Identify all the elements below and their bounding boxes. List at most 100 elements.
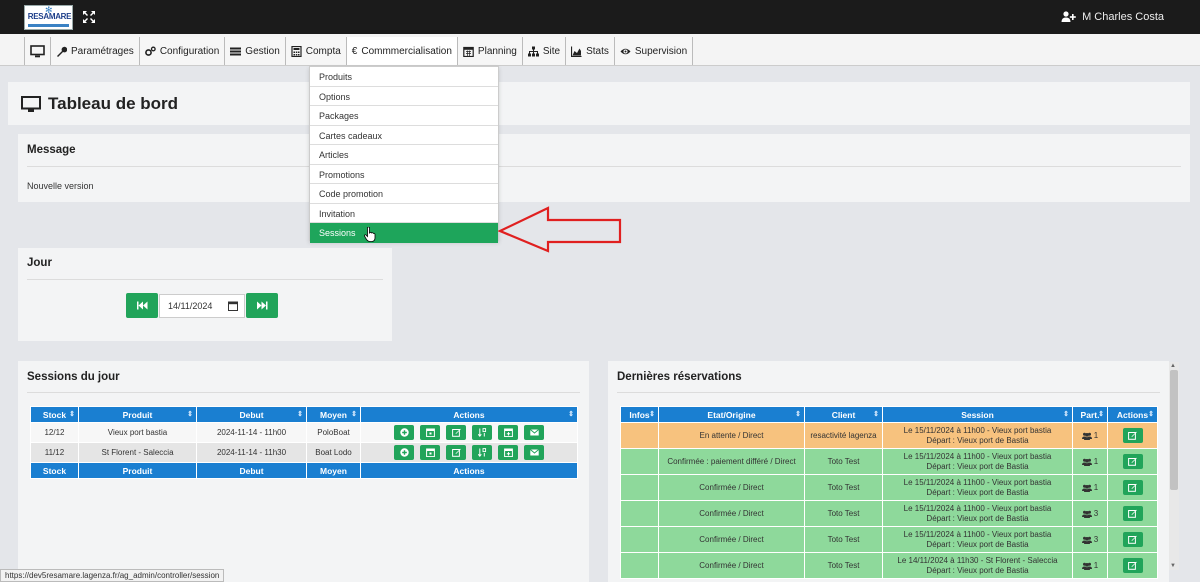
plus-circle-icon: [399, 448, 409, 457]
sort-icon: ⇕: [568, 411, 574, 418]
column-header-client[interactable]: Client ⇕: [804, 406, 883, 423]
column-header-stock[interactable]: Stock ⇕: [30, 406, 79, 423]
edit-button[interactable]: [446, 425, 466, 440]
dropdown-item-produits[interactable]: Produits: [310, 67, 498, 87]
sort-icon: ⇕: [1063, 411, 1069, 418]
nav-configuration[interactable]: Configuration: [139, 37, 226, 65]
edit-icon: [1128, 431, 1137, 440]
euro-icon: €: [351, 45, 358, 57]
dropdown-item-articles[interactable]: Articles: [310, 145, 498, 165]
footer-produit: Produit: [78, 462, 197, 479]
edit-icon: [1128, 535, 1137, 544]
column-header-infos[interactable]: Infos ⇕: [620, 406, 659, 423]
date-input[interactable]: 14/11/2024: [159, 294, 245, 318]
expand-icon[interactable]: [82, 10, 96, 24]
nav-parametrages[interactable]: Paramétrages: [51, 37, 140, 65]
column-header-part[interactable]: Part. ⇕: [1072, 406, 1108, 423]
nav-stats[interactable]: Stats: [566, 37, 615, 65]
page-header: Tableau de bord: [8, 82, 1190, 125]
table-row: 11/12 St Florent - Saleccia 2024-11-14 -…: [30, 442, 578, 463]
calendar-day-button[interactable]: [420, 445, 440, 460]
dropdown-item-sessions[interactable]: Sessions: [310, 223, 498, 243]
sort-icon: ⇕: [1148, 411, 1154, 418]
nav-dashboard[interactable]: [25, 37, 51, 65]
resamare-logo[interactable]: ✻ RESAMARE: [24, 5, 73, 30]
dropdown-item-code-promotion[interactable]: Code promotion: [310, 184, 498, 204]
next-day-button[interactable]: [246, 293, 278, 318]
edit-reservation-button[interactable]: [1122, 454, 1143, 469]
envelope-button[interactable]: [524, 445, 544, 460]
sort-icon: ⇕: [873, 411, 879, 418]
area-chart-icon: [571, 46, 582, 57]
dropdown-item-promotions[interactable]: Promotions: [310, 165, 498, 184]
eye-icon: [620, 48, 631, 54]
calculator-icon: [291, 45, 302, 57]
footer-actions: Actions: [360, 462, 578, 479]
calendar-plus-icon: [503, 428, 513, 437]
edit-icon: [451, 448, 461, 457]
list-icon: [230, 47, 242, 55]
main-navbar: Paramétrages Configuration Gestion Compt…: [0, 34, 1200, 66]
footer-moyen: Moyen: [306, 462, 361, 479]
edit-reservation-button[interactable]: [1122, 480, 1143, 495]
column-header-moyen[interactable]: Moyen ⇕: [306, 406, 361, 423]
envelope-button[interactable]: [524, 425, 544, 440]
edit-reservation-button[interactable]: [1122, 428, 1143, 443]
sessions-panel-title: Sessions du jour: [27, 371, 120, 383]
nav-planning[interactable]: Planning: [457, 37, 523, 65]
column-header-etat[interactable]: Etat/Origine ⇕: [658, 406, 805, 423]
message-panel: Message Nouvelle version: [18, 134, 1190, 202]
table-row: Confirmée / Direct Toto Test Le 15/11/2024…: [620, 500, 1158, 527]
sort-numeric-button[interactable]: [472, 425, 492, 440]
calendar-day-icon: [425, 448, 435, 457]
day-panel-title: Jour: [27, 257, 52, 269]
plus-circle-button[interactable]: [394, 445, 414, 460]
sort-icon: ⇕: [795, 411, 801, 418]
plus-circle-button[interactable]: [394, 425, 414, 440]
dropdown-item-packages[interactable]: Packages: [310, 106, 498, 126]
footer-stock: Stock: [30, 462, 79, 479]
status-url: https://dev5resamare.lagenza.fr/ag_admin…: [0, 569, 225, 582]
previous-day-button[interactable]: [126, 293, 158, 318]
nav-commercialisation[interactable]: € Commmercialisation: [346, 37, 458, 65]
edit-icon: [1128, 509, 1137, 518]
column-header-session[interactable]: Session ⇕: [882, 406, 1073, 423]
table-row: En attente / Direct resactivité lagenza Le…: [620, 422, 1158, 449]
dropdown-item-options[interactable]: Options: [310, 87, 498, 106]
column-header-produit[interactable]: Produit ⇕: [78, 406, 197, 423]
sort-numeric-button[interactable]: [472, 445, 492, 460]
sort-icon: ⇕: [187, 411, 193, 418]
plus-circle-icon: [399, 428, 409, 437]
edit-reservation-button[interactable]: [1122, 558, 1143, 573]
nav-compta[interactable]: Compta: [285, 37, 347, 65]
users-icon: [1081, 562, 1092, 570]
sort-icon: ⇕: [69, 411, 75, 418]
calendar-icon[interactable]: [228, 301, 238, 311]
user-name: M Charles Costa: [1082, 11, 1164, 23]
nav-gestion[interactable]: Gestion: [225, 37, 286, 65]
edit-reservation-button[interactable]: [1122, 532, 1143, 547]
dropdown-item-invitation[interactable]: Invitation: [310, 204, 498, 223]
sort-numeric-icon: [477, 448, 486, 457]
row-actions: [361, 445, 577, 460]
nav-site[interactable]: Site: [522, 37, 567, 65]
calendar-day-button[interactable]: [420, 425, 440, 440]
table-row: Confirmée : paiement différé / Direct Tot…: [620, 448, 1158, 475]
column-header-actions[interactable]: Actions ⇕: [360, 406, 578, 423]
sitemap-icon: [527, 46, 539, 56]
wrench-icon: [57, 46, 67, 57]
scroll-up-icon[interactable]: ▲: [1170, 363, 1176, 369]
scroll-down-icon[interactable]: ▼: [1170, 563, 1176, 569]
column-header-actions[interactable]: Actions ⇕: [1107, 406, 1158, 423]
dropdown-item-cartes-cadeaux[interactable]: Cartes cadeaux: [310, 126, 498, 145]
calendar-plus-button[interactable]: [498, 445, 518, 460]
nav-supervision[interactable]: Supervision: [614, 37, 694, 65]
page-scrollbar[interactable]: ▲ ▼: [1169, 362, 1179, 570]
calendar-plus-button[interactable]: [498, 425, 518, 440]
column-header-debut[interactable]: Debut ⇕: [196, 406, 307, 423]
users-icon: [1081, 510, 1092, 518]
edit-reservation-button[interactable]: [1122, 506, 1143, 521]
scroll-thumb[interactable]: [1170, 370, 1178, 490]
user-menu[interactable]: M Charles Costa: [1061, 11, 1164, 23]
edit-button[interactable]: [446, 445, 466, 460]
